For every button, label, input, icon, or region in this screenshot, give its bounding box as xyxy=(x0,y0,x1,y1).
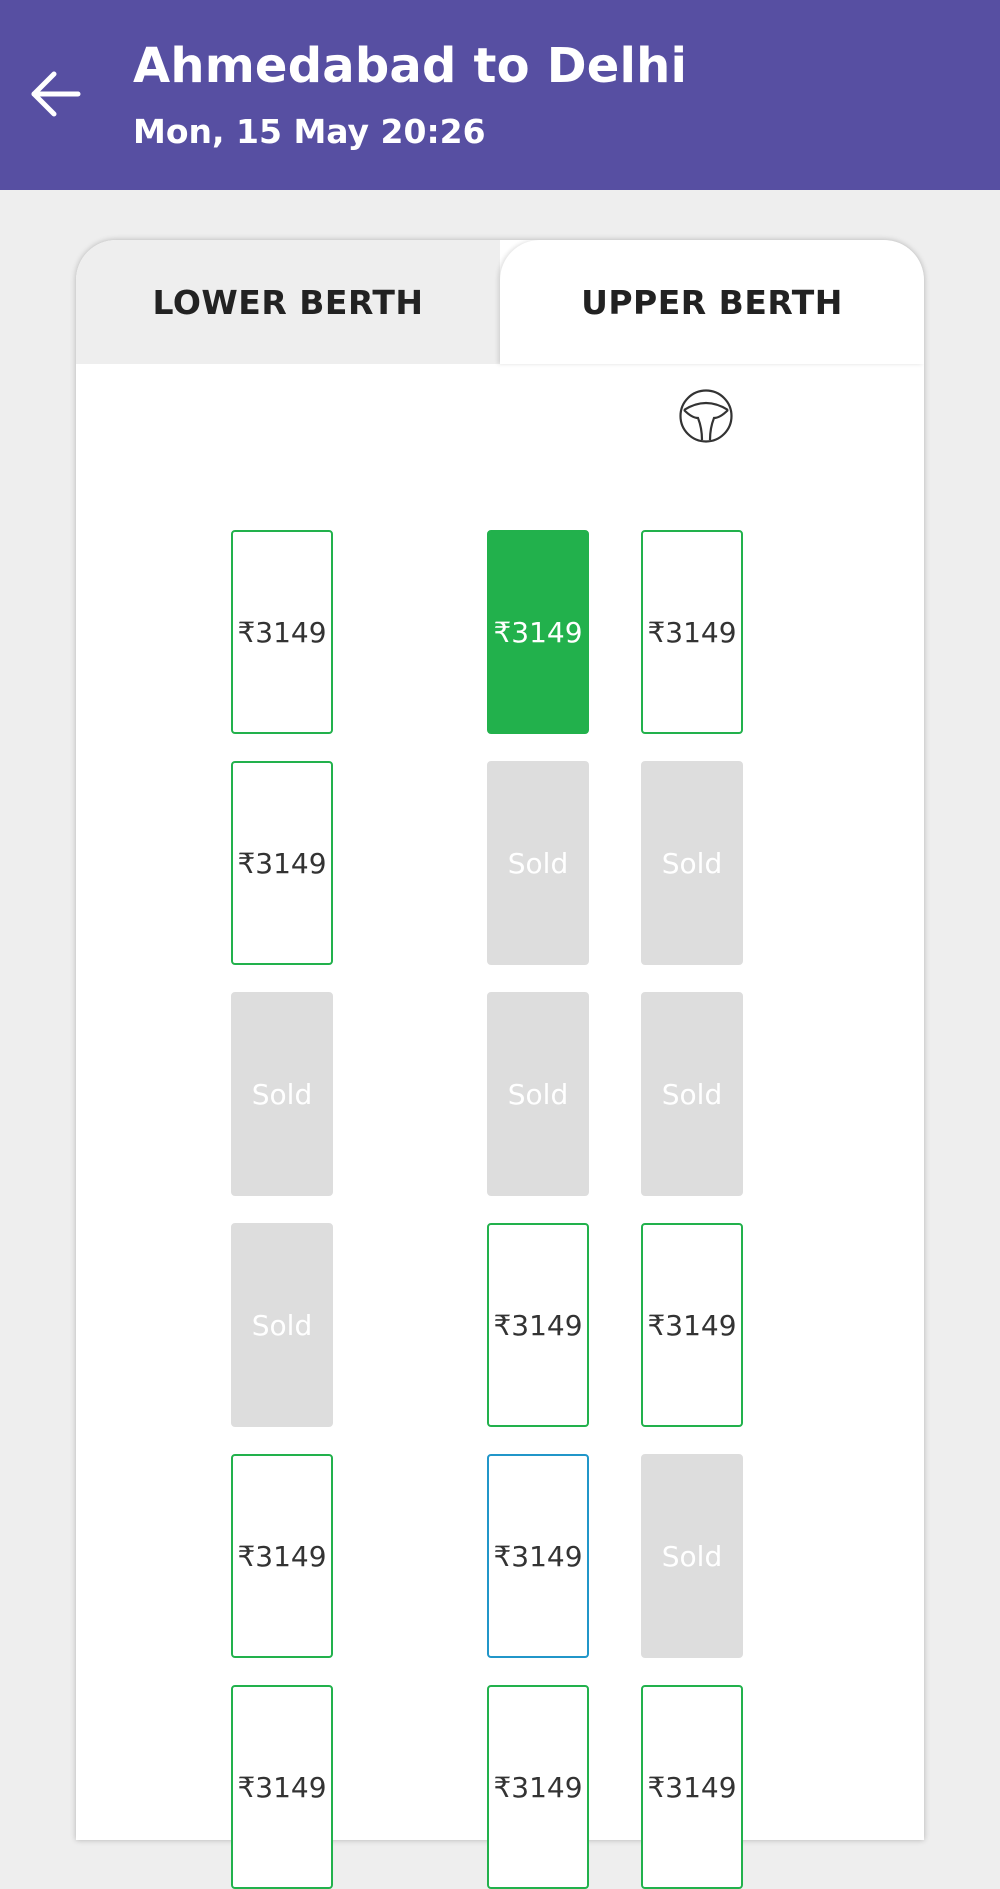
seat-selected[interactable]: ₹3149 xyxy=(487,530,589,734)
tab-lower-berth[interactable]: LOWER BERTH xyxy=(76,240,500,364)
seat-available[interactable]: ₹3149 xyxy=(487,1685,589,1889)
seat-available[interactable]: ₹3149 xyxy=(231,1454,333,1658)
app-header: Ahmedabad to Delhi Mon, 15 May 20:26 xyxy=(0,0,1000,190)
route-title: Ahmedabad to Delhi xyxy=(133,38,688,94)
seat-sold: Sold xyxy=(641,761,743,965)
tab-upper-berth[interactable]: UPPER BERTH xyxy=(500,240,924,364)
seat-sold: Sold xyxy=(487,761,589,965)
seat-sold: Sold xyxy=(641,1454,743,1658)
seat-available[interactable]: ₹3149 xyxy=(231,530,333,734)
seat-available[interactable]: ₹3149 xyxy=(231,1685,333,1889)
seat-sold: Sold xyxy=(641,992,743,1196)
journey-datetime: Mon, 15 May 20:26 xyxy=(133,112,486,151)
seat-available[interactable]: ₹3149 xyxy=(487,1223,589,1427)
seat-available[interactable]: ₹3149 xyxy=(641,1685,743,1889)
back-button[interactable] xyxy=(28,66,84,122)
seat-available[interactable]: ₹3149 xyxy=(641,530,743,734)
seat-sold: Sold xyxy=(487,992,589,1196)
arrow-left-icon xyxy=(31,71,81,117)
seat-sold: Sold xyxy=(231,1223,333,1427)
steering-wheel-icon xyxy=(678,388,734,444)
seat-reserved[interactable]: ₹3149 xyxy=(487,1454,589,1658)
seat-available[interactable]: ₹3149 xyxy=(231,761,333,965)
seat-sold: Sold xyxy=(231,992,333,1196)
seat-available[interactable]: ₹3149 xyxy=(641,1223,743,1427)
